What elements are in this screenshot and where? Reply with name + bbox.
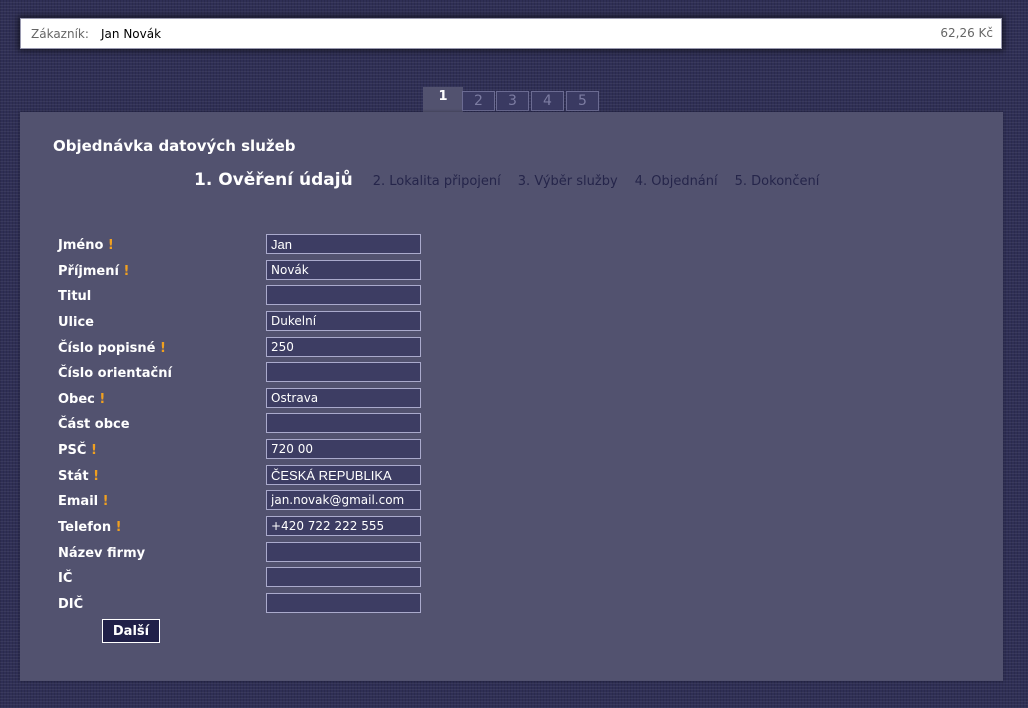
- field-label: Obec !: [58, 392, 106, 407]
- page-title: Objednávka datových služeb: [53, 137, 296, 155]
- required-mark: !: [93, 469, 100, 484]
- step-3-service: 3. Výběr služby: [517, 174, 618, 189]
- field-label: Titul: [58, 289, 92, 304]
- form-row-ic: IČ: [20, 567, 440, 589]
- form-row-cislo-orientacni: Číslo orientační: [20, 362, 440, 384]
- required-mark: !: [107, 238, 114, 253]
- required-mark: !: [102, 494, 109, 509]
- field-label: Příjmení !: [58, 264, 130, 279]
- phone-input[interactable]: [266, 516, 421, 536]
- step-1-verify: 1. Ověření údajů: [194, 170, 353, 190]
- title-input[interactable]: [266, 285, 421, 305]
- next-button[interactable]: Další: [102, 619, 160, 643]
- street-input[interactable]: [266, 311, 421, 331]
- district-input[interactable]: [266, 413, 421, 433]
- step-progress: 1. Ověření údajů 2. Lokalita připojení 3. …: [194, 170, 836, 190]
- tab-3[interactable]: 3: [496, 91, 529, 111]
- company-id-input[interactable]: [266, 567, 421, 587]
- company-name-input[interactable]: [266, 542, 421, 562]
- field-label: Telefon !: [58, 520, 122, 535]
- form-row-nazev-firmy: Název firmy: [20, 542, 440, 564]
- customer-name: Jan Novák: [101, 27, 162, 41]
- order-panel: Objednávka datových služeb 1. Ověření úd…: [20, 112, 1003, 681]
- required-mark: !: [160, 341, 166, 356]
- required-mark: !: [99, 392, 106, 407]
- field-label: Email !: [58, 494, 109, 509]
- field-label: Název firmy: [58, 546, 146, 561]
- form-row-psc: PSČ !: [20, 439, 440, 461]
- form-row-stat: Stát !: [20, 465, 440, 487]
- form-row-prijmeni: Příjmení !: [20, 260, 440, 282]
- tab-5[interactable]: 5: [566, 91, 599, 111]
- field-label: PSČ !: [58, 443, 97, 458]
- last-name-input[interactable]: [266, 260, 421, 280]
- house-number-input[interactable]: [266, 337, 421, 357]
- form-row-ulice: Ulice: [20, 311, 440, 333]
- form-row-titul: Titul: [20, 285, 440, 307]
- field-label: Jméno !: [58, 238, 114, 253]
- form-row-cislo-popisne: Číslo popisné !: [20, 337, 440, 359]
- field-label: Část obce: [58, 417, 130, 432]
- customer-label: Zákazník:: [31, 27, 89, 41]
- step-2-location: 2. Lokalita připojení: [372, 174, 501, 189]
- form-row-dic: DIČ: [20, 593, 440, 615]
- required-mark: !: [115, 520, 122, 535]
- required-mark: !: [123, 264, 130, 279]
- field-label: DIČ: [58, 597, 84, 612]
- field-label: IČ: [58, 571, 73, 586]
- customer-bar: Zákazník: Jan Novák 62,26 Kč: [20, 18, 1002, 49]
- field-label: Číslo popisné !: [58, 341, 166, 356]
- field-label: Stát !: [58, 469, 100, 484]
- credit-amount: 62,26 Kč: [940, 26, 993, 40]
- step-5-finish: 5. Dokončení: [734, 174, 820, 189]
- form-row-telefon: Telefon !: [20, 516, 440, 538]
- country-input[interactable]: [266, 465, 421, 485]
- vat-id-input[interactable]: [266, 593, 421, 613]
- form-row-obec: Obec !: [20, 388, 440, 410]
- first-name-input[interactable]: [266, 234, 421, 254]
- street-number-input[interactable]: [266, 362, 421, 382]
- tab-2[interactable]: 2: [462, 91, 495, 111]
- step-4-order: 4. Objednání: [634, 174, 718, 189]
- tab-1[interactable]: 1: [423, 87, 463, 112]
- required-mark: !: [90, 443, 97, 458]
- form-row-cast-obce: Část obce: [20, 413, 440, 435]
- postal-code-input[interactable]: [266, 439, 421, 459]
- field-label: Ulice: [58, 315, 94, 330]
- form-row-jmeno: Jméno !: [20, 234, 440, 256]
- tab-4[interactable]: 4: [531, 91, 564, 111]
- city-input[interactable]: [266, 388, 421, 408]
- email-input[interactable]: [266, 490, 421, 510]
- form-row-email: Email !: [20, 490, 440, 512]
- field-label: Číslo orientační: [58, 366, 172, 381]
